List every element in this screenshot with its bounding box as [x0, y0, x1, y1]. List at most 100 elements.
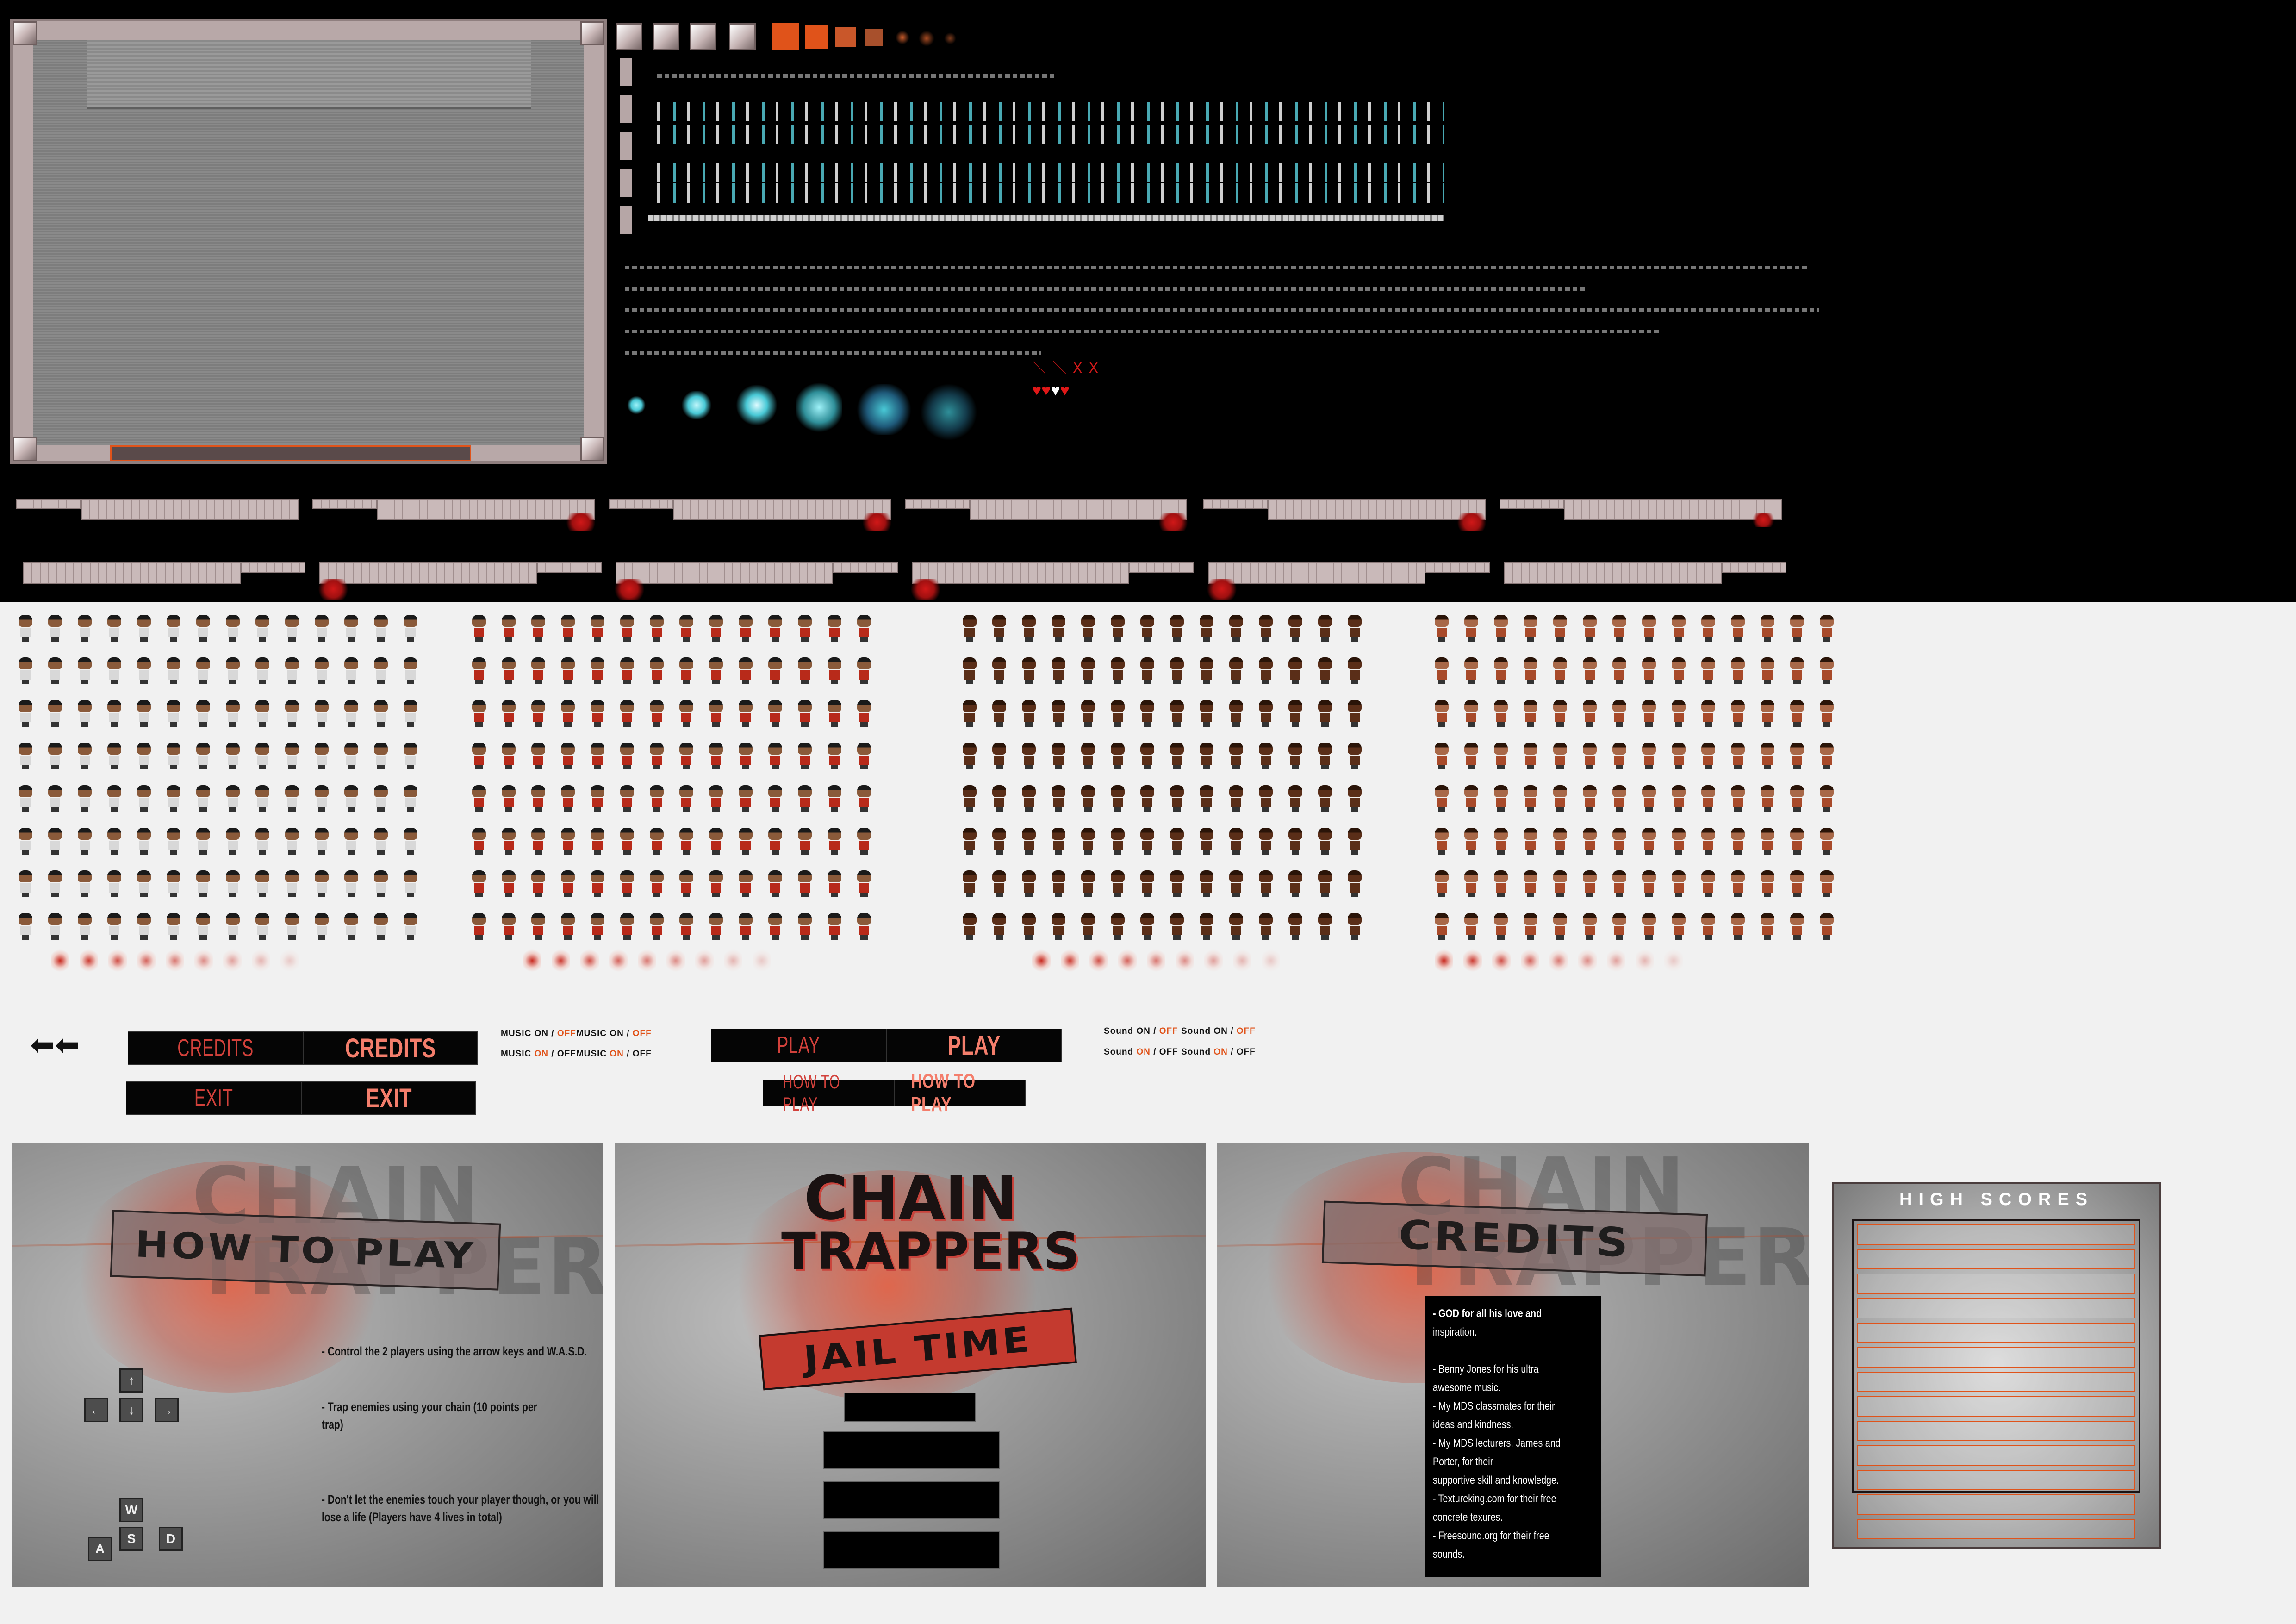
high-score-row: [1857, 1445, 2135, 1466]
enemy-death-frame: [1492, 948, 1511, 973]
guard-capped-sprite: [285, 615, 299, 642]
chain-sprite-row: [657, 163, 1444, 182]
arrow-right-key: →: [155, 1398, 179, 1422]
music-toggle[interactable]: MUSIC ON / OFF: [501, 1049, 576, 1059]
enemy-dark-hair-sprite: [1200, 828, 1213, 855]
sound-toggle-row[interactable]: Sound ON / OFF Sound ON / OFF: [1104, 1026, 1256, 1037]
guard-red-shirt-sprite: [798, 700, 812, 727]
logo-line-trappers: TRAPPERS: [781, 1222, 1080, 1281]
enemy-dark-hair-sprite: [1288, 870, 1302, 897]
guard-red-shirt-sprite: [798, 913, 812, 940]
high-score-row: [1857, 1274, 2135, 1294]
menu-slot[interactable]: [844, 1393, 976, 1422]
enemy-death-frame: [1176, 948, 1194, 973]
guard-red-shirt-sprite: [857, 700, 871, 727]
play-button[interactable]: PLAY: [711, 1029, 887, 1062]
guard-capped-sprite: [285, 743, 299, 769]
guard-capped-sprite: [404, 785, 417, 812]
enemy-death-frame: [1463, 948, 1482, 973]
exit-button-hover[interactable]: EXIT: [302, 1081, 476, 1115]
credits-button[interactable]: CREDITS: [128, 1031, 304, 1065]
enemy-dark-hair-sprite: [1111, 743, 1125, 769]
heart-icon: ♥: [1032, 381, 1042, 399]
guard-red-shirt-sprite: [472, 913, 486, 940]
credits-line: ideas and kindness.: [1433, 1418, 1513, 1431]
guard-red-shirt-sprite: [828, 870, 841, 897]
music-toggle-row[interactable]: MUSIC ON / OFFMUSIC ON / OFF: [501, 1029, 652, 1039]
sound-toggle-row[interactable]: Sound ON / OFF Sound ON / OFF: [1104, 1047, 1256, 1057]
high-score-row: [1857, 1396, 2135, 1417]
guard-capped-sprite: [344, 870, 358, 897]
enemy-death-frame: [1233, 948, 1251, 973]
high-score-row: [1857, 1519, 2135, 1539]
exit-button[interactable]: EXIT: [126, 1081, 302, 1115]
how-to-play-button[interactable]: HOW TO PLAY: [763, 1071, 894, 1115]
guard-red-shirt-sprite: [709, 657, 723, 684]
guard-red-shirt-sprite: [857, 913, 871, 940]
guard-capped-sprite: [315, 615, 329, 642]
guard-capped-sprite: [78, 870, 92, 897]
enemy-red-shirt-sprite: [1553, 785, 1567, 812]
guard-capped-sprite: [315, 870, 329, 897]
music-toggle[interactable]: MUSIC ON / OFF: [576, 1029, 652, 1038]
guard-capped-sprite: [167, 785, 180, 812]
enemy-red-shirt-sprite: [1761, 785, 1774, 812]
chain-dots-row: [625, 330, 1661, 333]
enemy-dark-hair-sprite: [1022, 743, 1036, 769]
high-scores-title: HIGH SCORES: [1899, 1190, 2094, 1209]
hit-marks: ＼＼ⅩⅩ: [1032, 361, 1105, 376]
enemy-death-frame: [1521, 948, 1539, 973]
wall-piece-group: [611, 562, 898, 600]
enemy-dark-hair-sprite: [1052, 913, 1065, 940]
enemy-dark-hair-sprite: [1229, 657, 1243, 684]
hud-orange-block: [865, 29, 883, 46]
guard-red-shirt-sprite: [828, 913, 841, 940]
enemy-death-frame: [1636, 948, 1654, 973]
menu-slot[interactable]: [823, 1431, 1000, 1469]
enemy-dark-hair-sprite: [1288, 828, 1302, 855]
guard-capped-sprite: [315, 743, 329, 769]
guard-death-frame: [166, 948, 184, 973]
how-to-play-button-hover[interactable]: HOW TO PLAY: [894, 1070, 1026, 1116]
chain-dots-row: [625, 308, 1819, 312]
guard-red-shirt-sprite: [679, 657, 693, 684]
enemy-dark-hair-sprite: [963, 785, 977, 812]
guard-red-shirt-sprite: [798, 828, 812, 855]
guard-capped-sprite: [344, 700, 358, 727]
enemy-dark-hair-sprite: [1348, 615, 1362, 642]
arena-top-wall: [87, 40, 531, 109]
menu-slot[interactable]: [823, 1531, 1000, 1569]
credits-title: CREDITS: [1398, 1211, 1632, 1266]
sound-toggle[interactable]: Sound ON / OFF: [1104, 1026, 1178, 1036]
guard-capped-sprite: [107, 785, 121, 812]
enemy-red-shirt-sprite: [1790, 700, 1804, 727]
enemy-dark-hair-sprite: [1288, 743, 1302, 769]
particle-spark: [919, 31, 934, 46]
sound-toggle[interactable]: Sound ON / OFF: [1104, 1047, 1178, 1057]
enemy-red-shirt-sprite: [1583, 657, 1597, 684]
back-arrow-icon[interactable]: ⬅⬅: [30, 1030, 80, 1060]
enemy-dark-hair-sprite: [1111, 870, 1125, 897]
enemy-dark-hair-sprite: [1348, 913, 1362, 940]
wall-piece-group: [905, 499, 1192, 531]
play-button-hover[interactable]: PLAY: [887, 1029, 1062, 1062]
sound-toggle[interactable]: Sound ON / OFF: [1181, 1047, 1256, 1057]
guard-red-shirt-sprite: [768, 700, 782, 727]
heart-icon: ♥: [1041, 381, 1051, 399]
enemy-dark-hair-sprite: [1170, 785, 1184, 812]
music-toggle[interactable]: MUSIC ON / OFF: [501, 1029, 576, 1038]
guard-red-shirt-sprite: [768, 870, 782, 897]
credits-button-hover[interactable]: CREDITS: [304, 1031, 478, 1065]
music-toggle-row[interactable]: MUSIC ON / OFFMUSIC ON / OFF: [501, 1049, 652, 1059]
enemy-red-shirt-sprite: [1642, 615, 1656, 642]
wall-piece-group: [1203, 562, 1490, 600]
music-toggle[interactable]: MUSIC ON / OFF: [576, 1049, 652, 1059]
guard-red-shirt-sprite: [798, 870, 812, 897]
menu-slot[interactable]: [823, 1481, 1000, 1519]
guard-red-shirt-sprite: [679, 828, 693, 855]
exit-button-label: EXIT: [366, 1083, 412, 1113]
guard-red-shirt-sprite: [591, 615, 604, 642]
guard-capped-sprite: [137, 657, 151, 684]
sound-toggle[interactable]: Sound ON / OFF: [1181, 1026, 1256, 1036]
enemy-dark-hair-sprite: [992, 615, 1006, 642]
